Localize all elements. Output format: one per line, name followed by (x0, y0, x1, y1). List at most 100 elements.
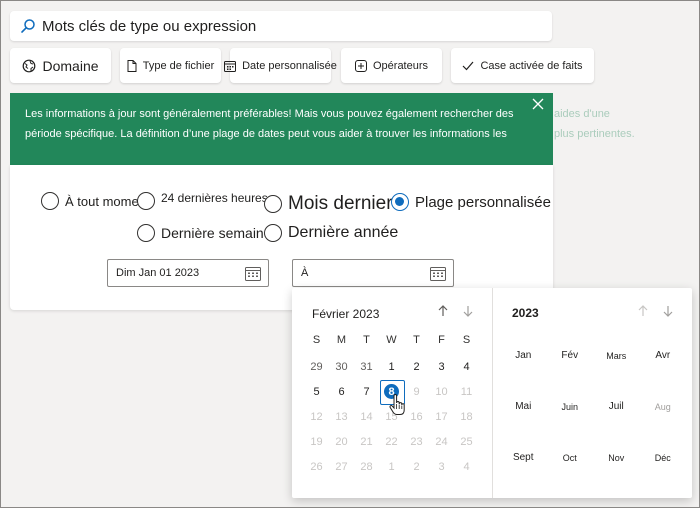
calendar-day[interactable]: 17 (429, 404, 454, 429)
calendar-day[interactable]: 18 (454, 404, 479, 429)
calendar-day[interactable]: 13 (329, 404, 354, 429)
calendar-day-label: 16 (410, 410, 423, 423)
info-banner: Les informations à jour sont généralemen… (10, 93, 553, 165)
month-cell[interactable]: Jan (500, 330, 547, 381)
calendar-day[interactable]: 1 (379, 454, 404, 479)
search-box[interactable]: Mots clés de type ou expression (10, 11, 552, 41)
banner-overflow-line-2: plus pertinentes. (554, 128, 635, 140)
calendar-day[interactable]: 19 (304, 429, 329, 454)
calendar-day[interactable]: 22 (379, 429, 404, 454)
radio-last-month[interactable]: Mois dernier (264, 193, 393, 215)
calendar-day[interactable]: 3 (429, 354, 454, 379)
arrow-down-icon[interactable] (661, 304, 675, 318)
month-cell[interactable]: Juin (547, 381, 594, 432)
file-type-filter-label: Type de fichier (142, 59, 215, 72)
calendar-day[interactable]: 6 (329, 379, 354, 404)
radio-custom-range[interactable]: Plage personnalisée (391, 193, 551, 211)
arrow-up-icon[interactable] (436, 304, 450, 318)
month-cell[interactable]: Oct (547, 432, 594, 483)
radio-circle[interactable] (264, 195, 282, 213)
from-date-field[interactable]: Dim Jan 01 2023 (107, 259, 269, 287)
month-cell[interactable]: Avr (640, 330, 687, 381)
banner-line-2: période spécifique. La définition d’une … (25, 128, 507, 140)
calendar-day-label: 3 (438, 460, 445, 473)
radio-circle-checked[interactable] (391, 193, 409, 211)
calendar-day[interactable]: 30 (329, 354, 354, 379)
month-cell[interactable]: Nov (593, 432, 640, 483)
calendar-day[interactable]: 14 (354, 404, 379, 429)
radio-last-week[interactable]: Dernière semaine (137, 224, 272, 242)
calendar-day-label: 12 (310, 410, 323, 423)
radio-last-year[interactable]: Dernière année (264, 224, 398, 242)
calendar-day[interactable]: 21 (354, 429, 379, 454)
calendar-day[interactable]: 10 (429, 379, 454, 404)
month-cell[interactable]: Mars (593, 330, 640, 381)
radio-any-time[interactable]: À tout moment (41, 192, 150, 210)
fact-check-filter-button[interactable]: Case activée de faits (451, 48, 594, 83)
year-title: 2023 (512, 306, 539, 320)
search-input[interactable]: Mots clés de type ou expression (42, 18, 256, 35)
calendar-day[interactable]: 4 (454, 454, 479, 479)
calendar-day[interactable]: 1 (379, 354, 404, 379)
calendar-day[interactable]: 12 (304, 404, 329, 429)
calendar-day-label: 27 (335, 460, 348, 473)
radio-circle[interactable] (264, 224, 282, 242)
calendar-day[interactable]: 3 (429, 454, 454, 479)
radio-label: Dernière année (288, 224, 399, 241)
banner-overflow: aides d'une plus pertinentes. (554, 104, 635, 144)
arrow-down-icon[interactable] (461, 304, 475, 318)
radio-circle[interactable] (137, 224, 155, 242)
to-date-field[interactable]: À (292, 259, 454, 287)
calendar-day-label: 29 (310, 360, 323, 373)
calendar-day[interactable]: 31 (354, 354, 379, 379)
month-cell[interactable]: Aug (640, 381, 687, 432)
operators-filter-button[interactable]: Opérateurs (341, 48, 442, 83)
calendar-day-label: 10 (435, 385, 448, 398)
month-cell[interactable]: Fév (547, 330, 594, 381)
radio-last-24-hours[interactable]: 24 dernières heures (137, 191, 268, 210)
calendar-day[interactable]: 26 (304, 454, 329, 479)
calendar-icon[interactable] (245, 266, 261, 281)
calendar-day[interactable]: 2 (404, 454, 429, 479)
calendar-day[interactable]: 4 (454, 354, 479, 379)
weekday-label: F (438, 334, 445, 346)
calendar-day[interactable]: 2 (404, 354, 429, 379)
calendar-day-label: 6 (338, 385, 345, 398)
file-icon (127, 59, 137, 72)
months-grid: Jan Fév Mars Avr Mai Juin Juil Aug Sept Oct Nov Déc (500, 330, 686, 483)
calendar-day[interactable]: 7 (354, 379, 379, 404)
calendar-day-label: 17 (435, 410, 448, 423)
radio-circle[interactable] (137, 192, 155, 210)
calendar-day[interactable]: 29 (304, 354, 329, 379)
domain-filter-button[interactable]: Domaine (10, 48, 111, 83)
calendar-day-label: 24 (435, 435, 448, 448)
weekday-label: T (363, 334, 370, 346)
month-cell[interactable]: Mai (500, 381, 547, 432)
calendar-day[interactable]: 5 (304, 379, 329, 404)
banner-overflow-line-1: aides d'une (554, 108, 610, 120)
calendar-day[interactable]: 24 (429, 429, 454, 454)
month-cell[interactable]: Sept (500, 432, 547, 483)
calendar-day-label: 2 (413, 460, 420, 473)
weekday-header: S M T W T F S (304, 334, 479, 346)
calendar-day[interactable]: 28 (354, 454, 379, 479)
calendar-day[interactable]: 25 (454, 429, 479, 454)
calendar-day[interactable]: 20 (329, 429, 354, 454)
calendar-day[interactable]: 9 (404, 379, 429, 404)
month-cell[interactable]: Juil (593, 381, 640, 432)
calendar-day-label: 14 (360, 410, 373, 423)
calendar-day[interactable]: 23 (404, 429, 429, 454)
radio-label: Dernière semaine (161, 225, 272, 241)
month-cell[interactable]: Déc (640, 432, 687, 483)
custom-date-filter-button[interactable]: Date personnalisée (224, 48, 337, 83)
file-type-filter-button[interactable]: Type de fichier (120, 48, 221, 83)
close-icon[interactable] (531, 97, 545, 111)
calendar-day[interactable]: 27 (329, 454, 354, 479)
calendar-icon[interactable] (430, 266, 446, 281)
calendar-day[interactable]: 16 (404, 404, 429, 429)
calendar-day-label: 19 (310, 435, 323, 448)
radio-circle[interactable] (41, 192, 59, 210)
calendar-day[interactable]: 11 (454, 379, 479, 404)
domain-filter-label: Domaine (42, 57, 99, 74)
arrow-up-icon[interactable] (636, 304, 650, 318)
